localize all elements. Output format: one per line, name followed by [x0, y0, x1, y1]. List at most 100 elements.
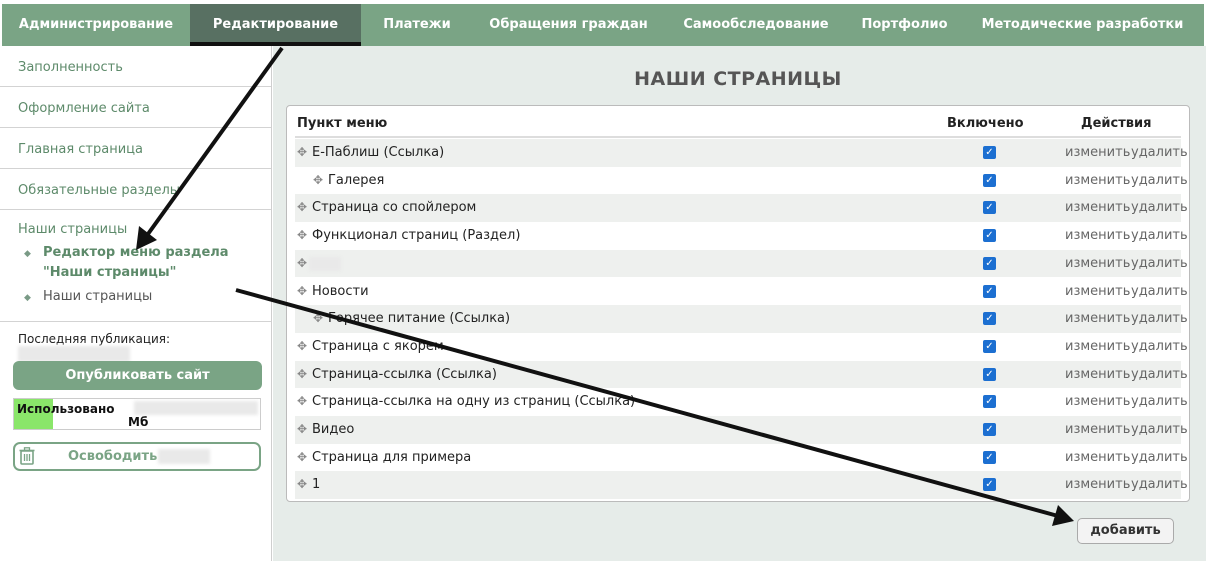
sidebar: Заполненность Оформление сайта Главная с…	[0, 46, 272, 561]
nav-editing[interactable]: Редактирование	[190, 4, 361, 46]
table-row: ✥ Галерея ✓ изменить удалить	[295, 167, 1188, 195]
edit-link[interactable]: изменить	[1065, 477, 1130, 492]
enabled-checkbox[interactable]: ✓	[983, 478, 996, 492]
drag-handle-icon[interactable]: ✥	[297, 395, 307, 407]
nav-citizen-requests[interactable]: Обращения граждан	[473, 4, 664, 46]
sidebar-item-our-pages[interactable]: Наши страницы	[18, 222, 271, 237]
nav-self-survey[interactable]: Самообследование	[664, 4, 848, 46]
enabled-checkbox[interactable]: ✓	[983, 423, 996, 436]
drag-handle-icon[interactable]: ✥	[297, 368, 307, 380]
edit-link[interactable]: изменить	[1065, 422, 1130, 437]
table-row: ✥ Страница со спойлером ✓ изменить удалить	[295, 194, 1188, 223]
edit-link[interactable]: изменить	[1065, 367, 1130, 382]
delete-link[interactable]: удалить	[1131, 228, 1188, 243]
delete-link[interactable]: удалить	[1131, 200, 1188, 215]
drag-handle-icon[interactable]: ✥	[297, 146, 307, 158]
delete-link[interactable]: удалить	[1131, 450, 1188, 465]
delete-link[interactable]: удалить	[1131, 284, 1188, 299]
drag-handle-icon[interactable]: ✥	[313, 312, 323, 324]
redacted-value	[18, 346, 130, 362]
delete-link[interactable]: удалить	[1131, 311, 1188, 326]
drag-handle-icon[interactable]: ✥	[297, 340, 307, 352]
table-header: Пункт меню Включено Действия	[295, 114, 1181, 138]
edit-link[interactable]: изменить	[1065, 200, 1130, 215]
edit-link[interactable]: изменить	[1065, 256, 1130, 271]
edit-link[interactable]: изменить	[1065, 173, 1130, 188]
drag-handle-icon[interactable]: ✥	[297, 285, 307, 297]
table-row: ✥ Горячее питание (Ссылка) ✓ изменить удалит…	[295, 305, 1188, 333]
trash-icon	[19, 447, 35, 469]
delete-link[interactable]: удалить	[1131, 394, 1188, 409]
enabled-checkbox[interactable]: ✓	[983, 395, 996, 409]
publish-site-button[interactable]: Опубликовать сайт	[13, 361, 262, 390]
delete-link[interactable]: удалить	[1131, 145, 1188, 160]
nav-portfolio[interactable]: Портфолио	[848, 4, 961, 46]
edit-link[interactable]: изменить	[1065, 284, 1130, 299]
storage-usage-bar: Использовано Мб	[13, 398, 261, 430]
delete-link[interactable]: удалить	[1131, 422, 1188, 437]
add-button[interactable]: добавить	[1077, 518, 1174, 544]
edit-link[interactable]: изменить	[1065, 311, 1130, 326]
nav-administration[interactable]: Администрирование	[2, 4, 190, 46]
bullet-icon: ◆	[24, 293, 31, 303]
sidebar-subitem-menu-editor[interactable]: ◆ Редактор меню раздела "Наши страницы"	[18, 243, 263, 283]
enabled-checkbox[interactable]: ✓	[983, 284, 996, 298]
menu-item-label: Страница-ссылка на одну из страниц (Ссыл…	[312, 394, 636, 410]
edit-link[interactable]: изменить	[1065, 145, 1130, 160]
table-row: ✥ Е-Паблиш (Ссылка) ✓ изменить удалить	[295, 139, 1188, 167]
table-row: ✥ ✓ изменить удалить	[295, 249, 1188, 278]
drag-handle-icon[interactable]: ✥	[297, 201, 307, 213]
enabled-checkbox[interactable]: ✓	[983, 173, 996, 187]
menu-item-label: Галерея	[328, 172, 385, 188]
storage-usage-label: Использовано	[17, 402, 115, 416]
drag-handle-icon[interactable]: ✥	[313, 174, 323, 186]
table-row: ✥ Функционал страниц (Раздел) ✓ изменить уда…	[295, 222, 1188, 250]
drag-handle-icon[interactable]: ✥	[297, 229, 307, 241]
table-row: ✥ Видео ✓ изменить удалить	[295, 416, 1188, 444]
nav-payments[interactable]: Платежи	[361, 4, 473, 46]
page-title: НАШИ СТРАНИЦЫ	[634, 68, 842, 90]
sidebar-item-home-page[interactable]: Главная страница	[0, 128, 271, 169]
enabled-checkbox[interactable]: ✓	[983, 367, 996, 381]
storage-usage-unit: Мб	[128, 415, 149, 429]
drag-handle-icon[interactable]: ✥	[297, 257, 307, 269]
enabled-checkbox[interactable]: ✓	[983, 339, 996, 353]
drag-handle-icon[interactable]: ✥	[297, 423, 307, 435]
menu-item-label: Страница для примера	[312, 449, 472, 465]
enabled-checkbox[interactable]: ✓	[983, 256, 996, 270]
table-row: ✥ 1 ✓ изменить удалить	[295, 471, 1188, 500]
edit-link[interactable]: изменить	[1065, 339, 1130, 354]
main-content: НАШИ СТРАНИЦЫ Пункт меню Включено Действ…	[273, 46, 1206, 561]
delete-link[interactable]: удалить	[1131, 477, 1188, 492]
enabled-checkbox[interactable]: ✓	[983, 312, 996, 326]
menu-item-label: Функционал страниц (Раздел)	[312, 228, 521, 244]
sidebar-item-fullness[interactable]: Заполненность	[0, 46, 271, 87]
enabled-checkbox[interactable]: ✓	[983, 146, 996, 159]
redacted-value	[158, 449, 210, 464]
column-header-enabled: Включено	[947, 116, 1024, 131]
enabled-checkbox[interactable]: ✓	[983, 201, 996, 215]
enabled-checkbox[interactable]: ✓	[983, 229, 996, 243]
delete-link[interactable]: удалить	[1131, 339, 1188, 354]
free-space-button[interactable]: Освободить	[13, 442, 261, 471]
sidebar-subitem-our-pages[interactable]: ◆ Наши страницы	[18, 287, 263, 307]
drag-handle-icon[interactable]: ✥	[297, 478, 307, 490]
redacted-value	[134, 401, 258, 415]
enabled-checkbox[interactable]: ✓	[983, 450, 996, 464]
menu-item-label: Страница со спойлером	[312, 200, 477, 216]
delete-link[interactable]: удалить	[1131, 256, 1188, 271]
table-row: ✥ Страница для примера ✓ изменить удалить	[295, 444, 1188, 472]
sidebar-item-site-design[interactable]: Оформление сайта	[0, 87, 271, 128]
menu-item-label: 1	[312, 477, 321, 493]
sidebar-group-our-pages: Наши страницы ◆ Редактор меню раздела "Н…	[0, 210, 271, 322]
edit-link[interactable]: изменить	[1065, 450, 1130, 465]
delete-link[interactable]: удалить	[1131, 173, 1188, 188]
menu-item-label: Страница-ссылка (Ссылка)	[312, 366, 497, 382]
edit-link[interactable]: изменить	[1065, 228, 1130, 243]
edit-link[interactable]: изменить	[1065, 394, 1130, 409]
delete-link[interactable]: удалить	[1131, 367, 1188, 382]
sidebar-item-required-sections[interactable]: Обязательные разделы	[0, 169, 271, 210]
drag-handle-icon[interactable]: ✥	[297, 451, 307, 463]
menu-item-label: Е-Паблиш (Ссылка)	[312, 145, 445, 160]
nav-methodical[interactable]: Методические разработки	[961, 4, 1204, 46]
